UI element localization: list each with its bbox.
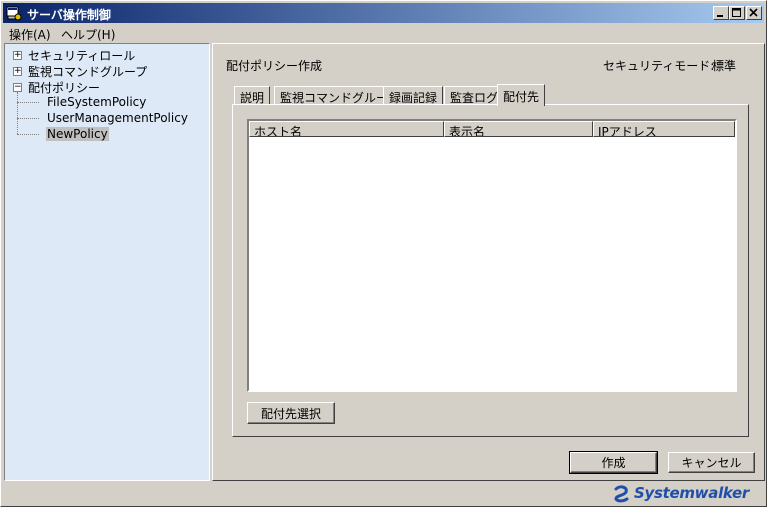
app-window: サーバ操作制御 操作(A) ヘルプ(H) + セキュリティロール + 監視コマン…	[0, 0, 767, 507]
window-title: サーバ操作制御	[27, 8, 111, 22]
tree-leaf-filesystempolicy[interactable]: FileSystemPolicy	[47, 95, 146, 109]
tree-connector	[17, 102, 39, 103]
tree-connector	[17, 118, 39, 119]
tree-node-label: 配付ポリシー	[28, 81, 101, 95]
host-list[interactable]: ホスト名 表示名 IPアドレス	[247, 119, 737, 392]
tab-recording[interactable]: 録画記録	[383, 86, 444, 105]
column-display-name[interactable]: 表示名	[444, 121, 593, 137]
minimize-button[interactable]	[713, 6, 729, 20]
tree-node-label: 監視コマンドグループ	[28, 65, 148, 79]
brand-logo-icon	[614, 485, 629, 503]
tree-connector	[17, 134, 39, 135]
menu-bar: 操作(A) ヘルプ(H)	[3, 23, 764, 42]
tree-node-label: セキュリティロール	[28, 49, 136, 63]
tab-page-distribution-target: ホスト名 表示名 IPアドレス 配付先選択	[232, 104, 749, 437]
column-ip-address[interactable]: IPアドレス	[593, 121, 735, 137]
select-distribution-target-button[interactable]: 配付先選択	[247, 402, 335, 424]
create-button[interactable]: 作成	[569, 451, 658, 474]
menu-help[interactable]: ヘルプ(H)	[61, 26, 115, 43]
navigation-tree: + セキュリティロール + 監視コマンドグループ − 配付ポリシー FileSy…	[4, 43, 210, 481]
tree-leaf-newpolicy[interactable]: NewPolicy	[46, 127, 109, 141]
close-icon	[749, 8, 758, 17]
tab-audit-log[interactable]: 監査ログ	[444, 86, 505, 105]
tree-connector	[17, 92, 18, 134]
tree-leaf-usermanagementpolicy[interactable]: UserManagementPolicy	[47, 111, 188, 125]
tab-description[interactable]: 説明	[234, 86, 271, 105]
security-mode-value: 標準	[712, 59, 737, 73]
expand-icon[interactable]: +	[13, 51, 22, 60]
collapse-icon[interactable]: −	[13, 83, 22, 92]
menu-operation[interactable]: 操作(A)	[9, 26, 51, 43]
brand-name: Systemwalker	[634, 484, 750, 502]
maximize-button[interactable]	[729, 6, 745, 20]
tab-distribution-target[interactable]: 配付先	[497, 84, 546, 106]
security-mode-label: セキュリティモード:	[603, 59, 715, 73]
maximize-icon	[732, 8, 741, 17]
column-host-name[interactable]: ホスト名	[249, 121, 444, 137]
host-list-header: ホスト名 表示名 IPアドレス	[249, 121, 735, 137]
close-button[interactable]	[746, 6, 762, 20]
cancel-button[interactable]: キャンセル	[668, 452, 755, 473]
page-title: 配付ポリシー作成	[226, 59, 323, 73]
app-icon	[6, 5, 22, 21]
title-bar[interactable]: サーバ操作制御	[3, 3, 764, 23]
expand-icon[interactable]: +	[13, 67, 22, 76]
policy-panel: 配付ポリシー作成 セキュリティモード: 標準 説明 監視コマンドグループ 録画記…	[212, 43, 765, 481]
minimize-icon	[717, 15, 723, 17]
